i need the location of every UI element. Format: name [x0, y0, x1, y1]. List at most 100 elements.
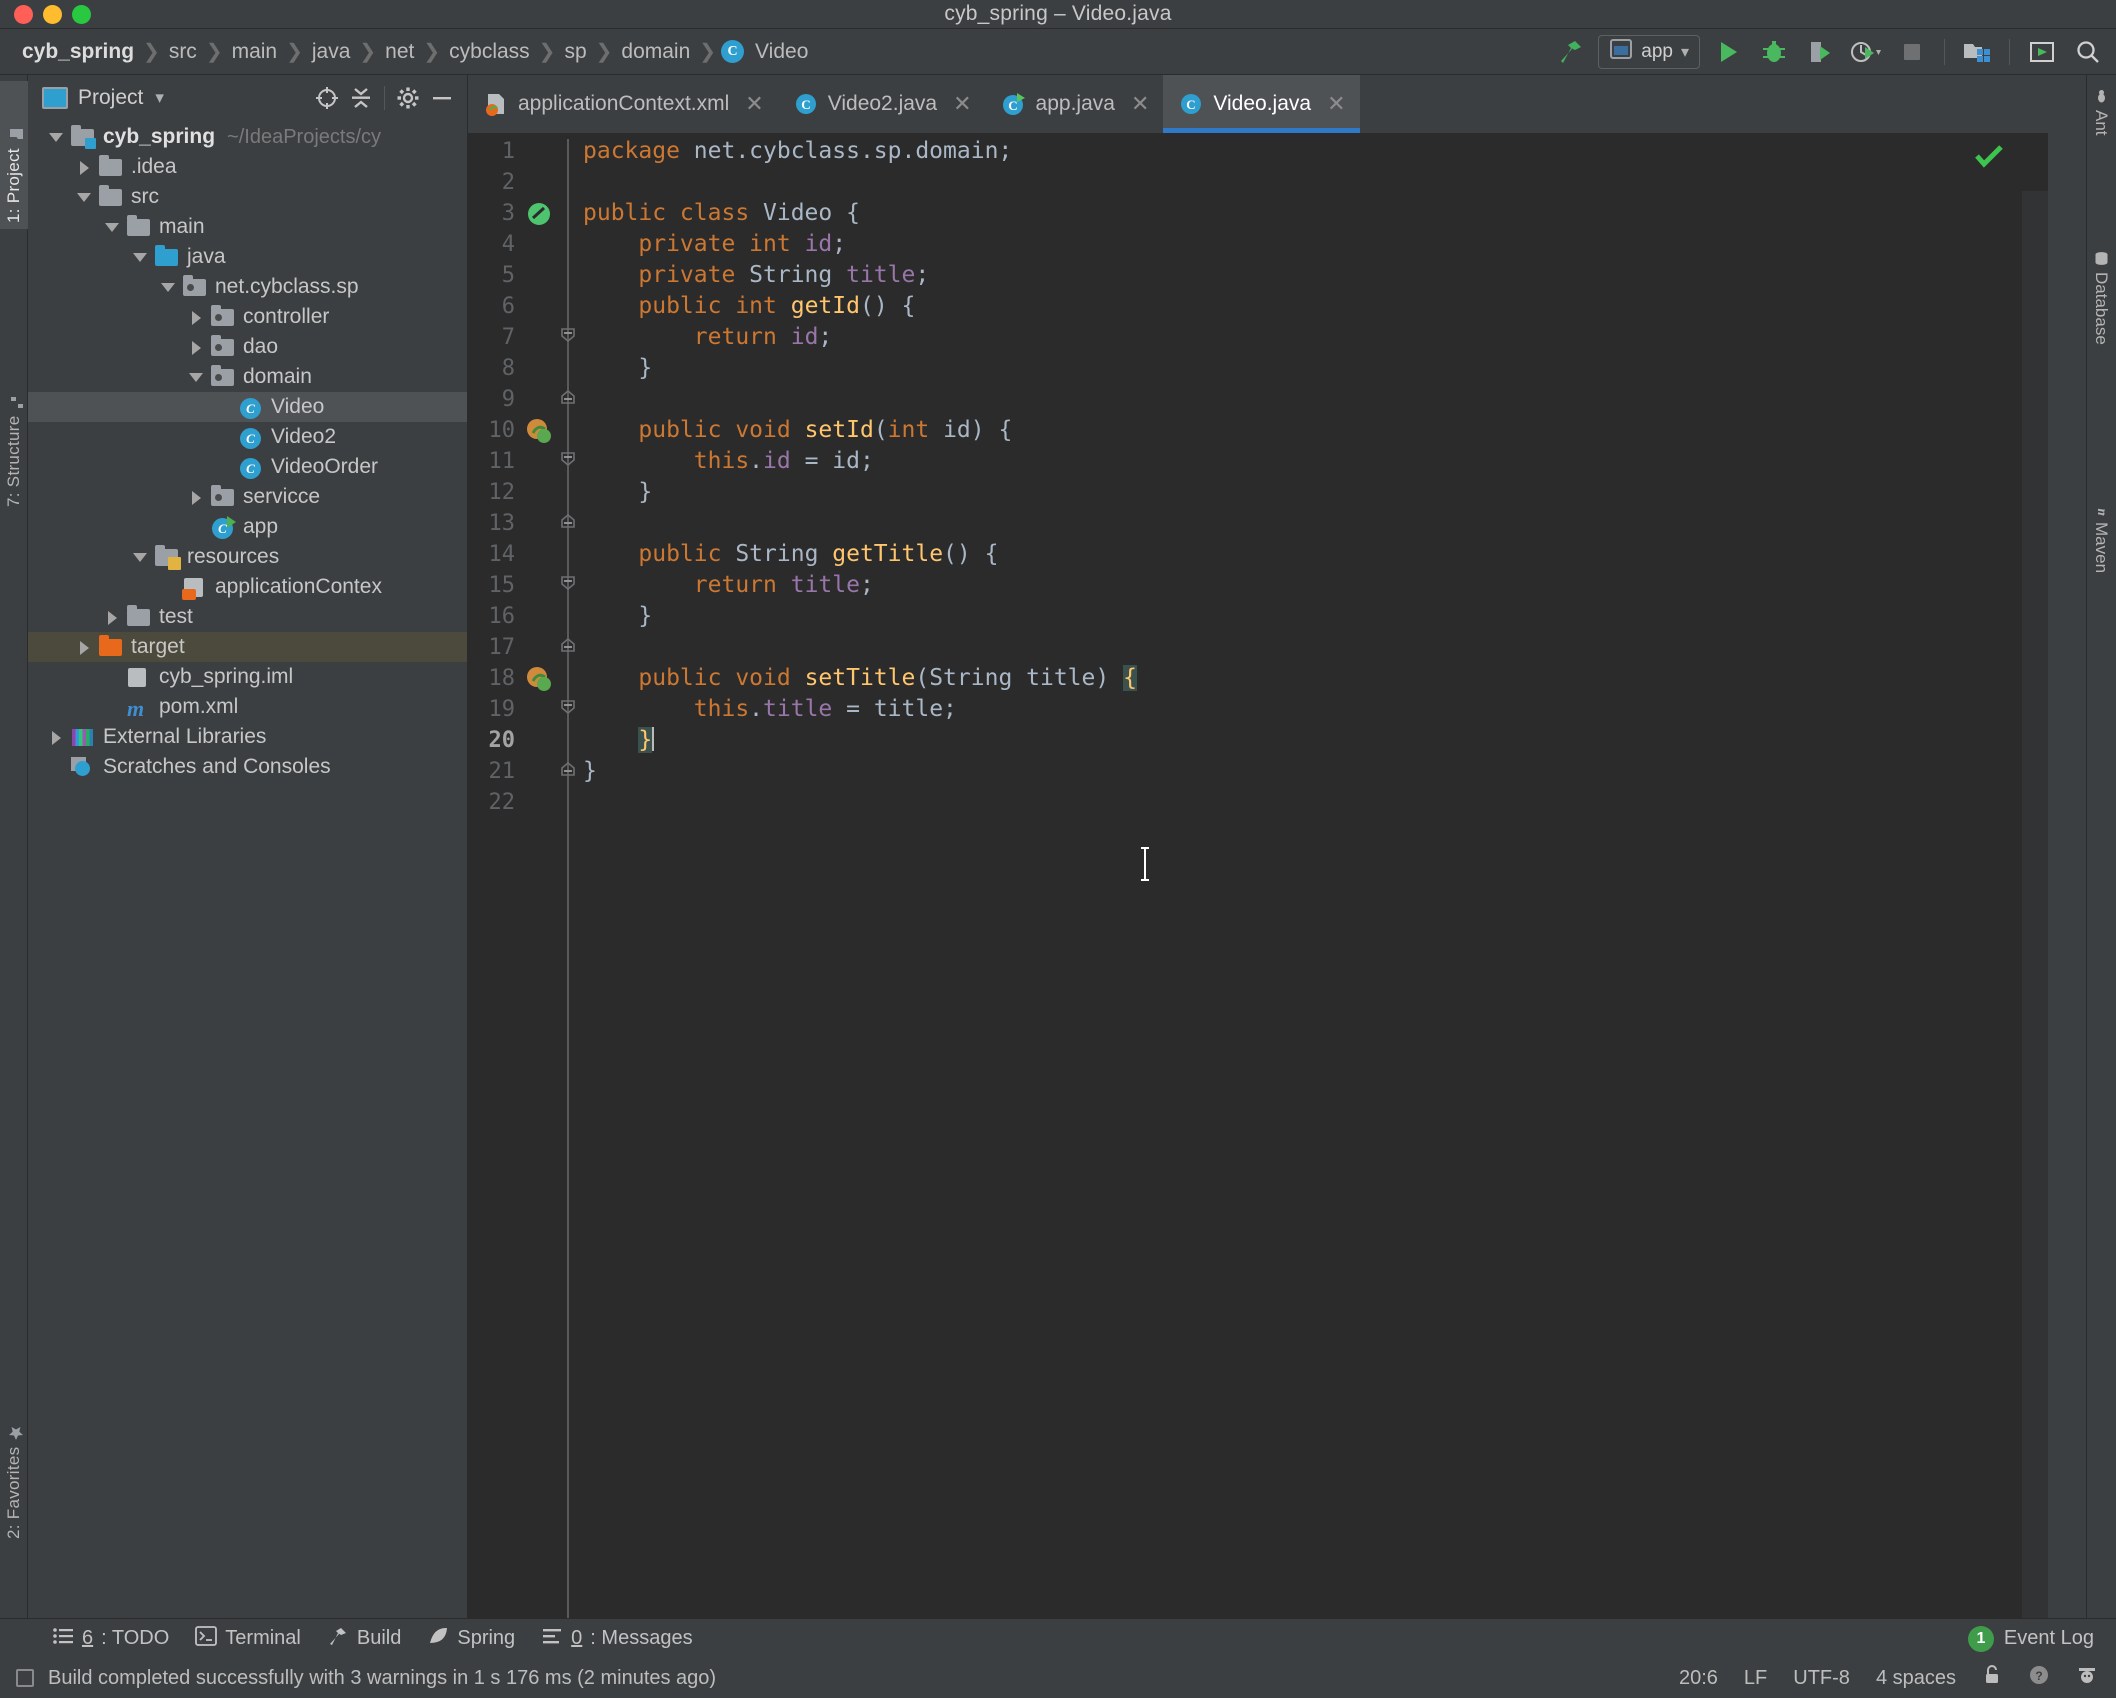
sidebar-item-structure[interactable]: 7: Structure	[0, 335, 28, 513]
editor-gutter[interactable]: 1 2 3 4 5 6 7 8 9 10 11 12 13 14 15 16 1…	[468, 133, 575, 1620]
line-separator[interactable]: LF	[1744, 1667, 1767, 1690]
run-with-coverage-button[interactable]	[1802, 34, 1838, 70]
run-configuration-selector[interactable]: app ▾	[1598, 35, 1700, 69]
tab-app-java[interactable]: C app.java ✕	[986, 75, 1164, 133]
locate-icon[interactable]	[310, 81, 344, 115]
collapse-all-icon[interactable]	[344, 81, 378, 115]
tree-item-controller[interactable]: controller	[28, 302, 467, 332]
sidebar-item-maven[interactable]: m Maven	[2086, 495, 2116, 645]
breadcrumb-item-sp[interactable]: sp	[560, 40, 590, 64]
sidebar-item-label: Maven	[2092, 522, 2111, 574]
tree-item-pom[interactable]: m pom.xml	[28, 692, 467, 722]
tree-item-servicce[interactable]: servicce	[28, 482, 467, 512]
chevron-down-icon[interactable]	[76, 189, 93, 206]
stop-button[interactable]	[1894, 34, 1930, 70]
tree-item-domain[interactable]: domain	[28, 362, 467, 392]
face-icon[interactable]	[2076, 1664, 2098, 1692]
tree-item-cyb_spring[interactable]: cyb_spring ~/IdeaProjects/cy	[28, 122, 467, 152]
spring-bean-icon[interactable]	[526, 201, 552, 227]
chevron-down-icon[interactable]	[104, 219, 121, 236]
file-encoding[interactable]: UTF-8	[1793, 1667, 1850, 1690]
event-log-button[interactable]: 1 Event Log	[1967, 1625, 2094, 1652]
spring-bean-override-icon[interactable]	[526, 418, 552, 444]
breadcrumb-item-video[interactable]: Video	[751, 40, 812, 64]
caret-position[interactable]: 20:6	[1679, 1667, 1718, 1690]
chevron-down-icon[interactable]: ▾	[155, 88, 164, 108]
breadcrumb-item-cyb_spring[interactable]: cyb_spring	[18, 40, 138, 64]
inspection-icon[interactable]: ?	[2028, 1664, 2050, 1692]
tree-item-external-libraries[interactable]: External Libraries	[28, 722, 467, 752]
tab-video-java[interactable]: C Video.java ✕	[1163, 75, 1360, 133]
profile-button[interactable]	[1848, 34, 1884, 70]
tree-item-net-cybclass-sp[interactable]: net.cybclass.sp	[28, 272, 467, 302]
breadcrumb-item-java[interactable]: java	[308, 40, 355, 64]
tree-item-src[interactable]: src	[28, 182, 467, 212]
bottom-item-terminal[interactable]: Terminal	[195, 1625, 301, 1652]
sidebar-item-ant[interactable]: Ant	[2086, 83, 2116, 175]
indent-setting[interactable]: 4 spaces	[1876, 1667, 1956, 1690]
gear-icon[interactable]	[391, 81, 425, 115]
tab-applicationcontext-xml[interactable]: applicationContext.xml ✕	[468, 75, 778, 133]
line-number: 2	[501, 170, 515, 195]
tree-item-test[interactable]: test	[28, 602, 467, 632]
tree-item-video[interactable]: C Video	[28, 392, 467, 422]
updates-icon[interactable]	[2024, 34, 2060, 70]
code-line-8: }	[583, 355, 653, 381]
tree-item-app[interactable]: C app	[28, 512, 467, 542]
inspection-status-icon[interactable]	[1974, 143, 2004, 174]
breadcrumb-item-cybclass[interactable]: cybclass	[445, 40, 534, 64]
editor-marker-bar[interactable]	[2022, 191, 2048, 1678]
code-editor[interactable]: 1 2 3 4 5 6 7 8 9 10 11 12 13 14 15 16 1…	[468, 133, 2048, 1678]
code-text[interactable]: package net.cybclass.sp.domain; public c…	[573, 133, 2048, 1620]
tree-item-java[interactable]: java	[28, 242, 467, 272]
tree-item-main[interactable]: main	[28, 212, 467, 242]
chevron-right-icon[interactable]	[76, 159, 93, 176]
close-icon[interactable]: ✕	[745, 91, 763, 117]
bottom-item-messages[interactable]: 0 : Messages	[541, 1626, 693, 1652]
tree-item-dao[interactable]: dao	[28, 332, 467, 362]
tree-item-scratches[interactable]: Scratches and Consoles	[28, 752, 467, 782]
breadcrumb-item-main[interactable]: main	[228, 40, 282, 64]
tab-video2-java[interactable]: C Video2.java ✕	[778, 75, 986, 133]
tree-item-idea[interactable]: .idea	[28, 152, 467, 182]
breadcrumb-item-domain[interactable]: domain	[617, 40, 694, 64]
close-icon[interactable]: ✕	[1327, 91, 1345, 117]
chevron-down-icon[interactable]	[132, 549, 149, 566]
chevron-right-icon[interactable]	[188, 309, 205, 326]
hammer-icon[interactable]	[1552, 34, 1588, 70]
chevron-right-icon[interactable]	[76, 639, 93, 656]
project-structure-button[interactable]	[1959, 34, 1995, 70]
bottom-item-todo[interactable]: 6 : TODO	[52, 1626, 169, 1652]
chevron-down-icon[interactable]	[132, 249, 149, 266]
run-button[interactable]	[1710, 34, 1746, 70]
sidebar-item-project[interactable]: 1: Project	[0, 81, 28, 229]
chevron-right-icon[interactable]	[104, 609, 121, 626]
hide-panel-icon[interactable]	[425, 81, 459, 115]
bottom-item-build[interactable]: Build	[327, 1626, 401, 1652]
close-icon[interactable]: ✕	[953, 91, 971, 117]
chevron-right-icon[interactable]	[188, 489, 205, 506]
lock-icon[interactable]	[1982, 1664, 2002, 1692]
tree-item-target[interactable]: target	[28, 632, 467, 662]
chevron-down-icon[interactable]	[188, 369, 205, 386]
tree-item-videoorder[interactable]: C VideoOrder	[28, 452, 467, 482]
tree-item-resources[interactable]: resources	[28, 542, 467, 572]
chevron-down-icon[interactable]	[160, 279, 177, 296]
sidebar-item-database[interactable]: Database	[2086, 245, 2116, 435]
tree-item-video2[interactable]: C Video2	[28, 422, 467, 452]
chevron-right-icon[interactable]	[188, 339, 205, 356]
bottom-item-spring[interactable]: Spring	[427, 1626, 515, 1652]
breadcrumb-item-src[interactable]: src	[165, 40, 201, 64]
tree-item-applicationcontext[interactable]: applicationContex	[28, 572, 467, 602]
status-checkbox-icon[interactable]	[16, 1669, 34, 1687]
close-icon[interactable]: ✕	[1131, 91, 1149, 117]
debug-button[interactable]	[1756, 34, 1792, 70]
chevron-right-icon[interactable]	[48, 729, 65, 746]
chevron-down-icon[interactable]	[48, 129, 65, 146]
sidebar-item-favorites[interactable]: 2: Favorites	[0, 1365, 28, 1545]
search-icon[interactable]	[2070, 34, 2106, 70]
code-line-21: }	[583, 758, 597, 784]
spring-bean-override-icon[interactable]	[526, 666, 552, 692]
tree-item-iml[interactable]: cyb_spring.iml	[28, 662, 467, 692]
breadcrumb-item-net[interactable]: net	[381, 40, 418, 64]
